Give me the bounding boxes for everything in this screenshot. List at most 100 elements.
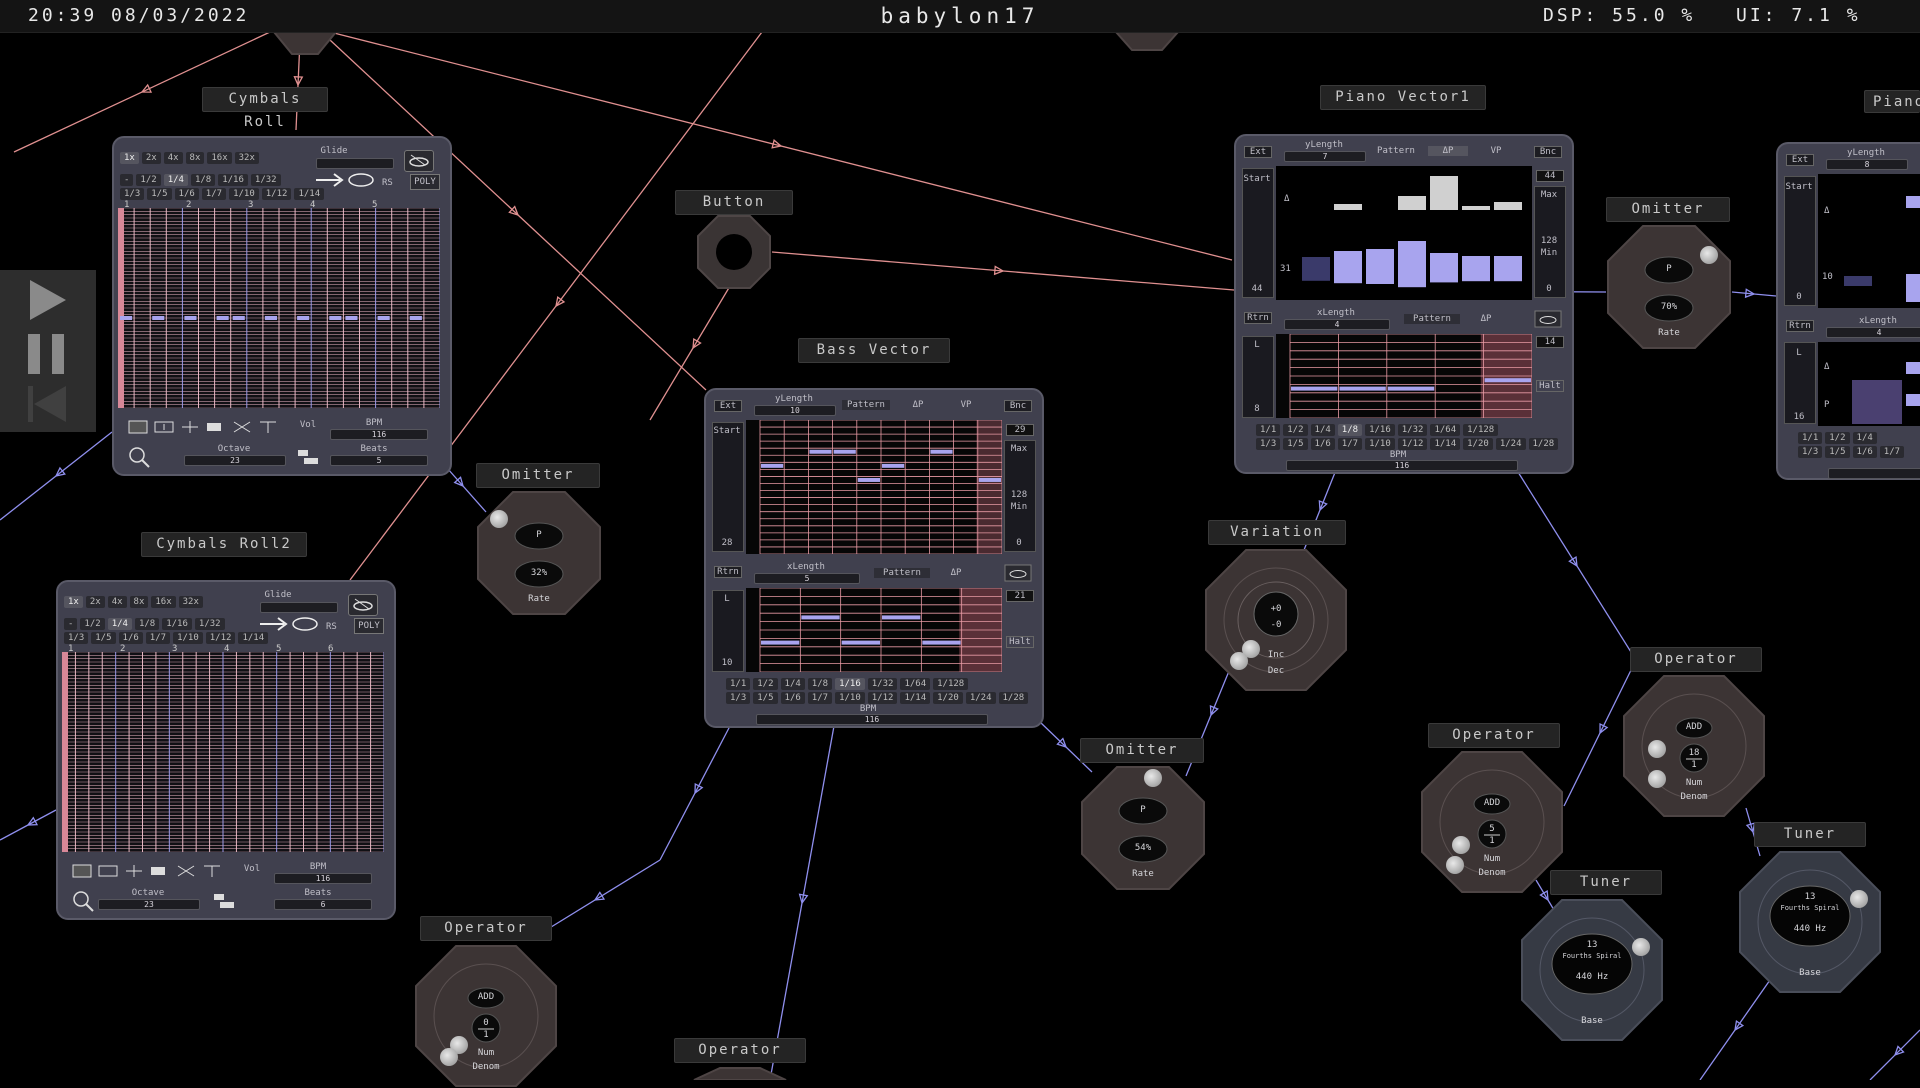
pattern2-button[interactable]: Pattern [874, 568, 930, 578]
select-tool-icon[interactable] [128, 420, 148, 434]
return-button[interactable]: Rtrn [1244, 312, 1272, 324]
note[interactable] [329, 316, 342, 320]
delta-p2-button[interactable]: ΔP [936, 568, 976, 578]
division-option[interactable]: 1/6 [1310, 438, 1335, 450]
note[interactable] [1339, 386, 1386, 391]
div-1-5[interactable]: 1/5 [91, 632, 116, 644]
division-option[interactable]: 1/10 [835, 692, 865, 704]
add-tool-icon[interactable] [154, 420, 174, 434]
x-pattern-grid[interactable] [746, 588, 1002, 672]
octave-field[interactable]: 23 [184, 455, 286, 466]
note[interactable] [1484, 378, 1531, 383]
div-1-6[interactable]: 1/6 [118, 632, 143, 644]
y-pattern-view[interactable] [1818, 174, 1920, 308]
div-1-6[interactable]: 1/6 [1852, 446, 1877, 458]
division-option[interactable]: 1/24 [965, 692, 996, 704]
tuner1-title[interactable]: Tuner [1550, 870, 1662, 895]
zoom-icon[interactable] [72, 890, 96, 912]
cymbals-roll-title[interactable]: Cymbals Roll [202, 87, 328, 130]
division-option[interactable]: 1/16 [1365, 424, 1395, 436]
note[interactable] [761, 463, 784, 468]
mult-2x[interactable]: 2x [85, 596, 105, 608]
x-pattern-grid[interactable] [1276, 334, 1532, 418]
input-port[interactable] [1144, 769, 1162, 787]
vector-bar[interactable] [1852, 380, 1902, 424]
play-icon[interactable] [26, 276, 70, 328]
denom-value[interactable]: 1 [1622, 760, 1766, 770]
note[interactable] [761, 640, 800, 645]
start-slider[interactable] [712, 422, 744, 552]
ext-button[interactable]: Ext [1244, 146, 1272, 158]
split-tool-icon[interactable] [202, 864, 222, 878]
dec-port[interactable] [1230, 652, 1248, 670]
delta-p-button[interactable]: ΔP [1428, 146, 1468, 156]
value-bar[interactable] [1334, 251, 1362, 284]
div-1-3[interactable]: 1/3 [1798, 446, 1823, 458]
step-grid[interactable] [118, 208, 440, 408]
note[interactable] [1387, 386, 1435, 391]
y-pattern-grid[interactable] [746, 420, 1002, 554]
div-1-12[interactable]: 1/12 [261, 188, 292, 200]
num-port[interactable] [1452, 836, 1470, 854]
div-1-2[interactable]: 1/2 [136, 174, 161, 186]
split-tool-icon[interactable] [258, 420, 278, 434]
rate-value[interactable]: 70% [1606, 302, 1732, 312]
piano-roll-icon[interactable] [212, 892, 236, 910]
vector-bars[interactable] [1302, 166, 1528, 300]
note[interactable] [882, 615, 921, 620]
dec-value[interactable]: -0 [1204, 620, 1348, 630]
delta-bar[interactable] [1462, 206, 1490, 210]
note[interactable] [377, 316, 390, 320]
division-option[interactable]: 1/8 [1337, 424, 1363, 436]
return-button[interactable]: Rtrn [1786, 320, 1814, 332]
note[interactable] [841, 640, 880, 645]
division-option[interactable]: 1/14 [900, 692, 931, 704]
delta-bar[interactable] [1430, 176, 1458, 210]
vector-bar[interactable] [1906, 196, 1920, 208]
tuner-hz[interactable]: 440 Hz [1738, 924, 1882, 934]
div-1-32[interactable]: 1/32 [250, 174, 281, 186]
div-1-16[interactable]: 1/16 [218, 174, 248, 186]
input-port[interactable] [1700, 246, 1718, 264]
vector-bar[interactable] [1844, 276, 1872, 286]
division-option[interactable]: 1/64 [900, 678, 931, 690]
button-node-title[interactable]: Button [675, 190, 793, 215]
mult-1x[interactable]: 1x [120, 152, 139, 164]
division-option[interactable]: 1/12 [1397, 438, 1428, 450]
division-option[interactable]: 1/6 [780, 692, 805, 704]
delta-p-button[interactable]: ΔP [898, 400, 938, 410]
division-option[interactable]: 1/2 [1283, 424, 1308, 436]
tuner-hz[interactable]: 440 Hz [1520, 972, 1664, 982]
div-1-8[interactable]: 1/8 [190, 174, 216, 186]
denom-value[interactable]: 1 [414, 1030, 558, 1040]
division-option[interactable]: 1/8 [807, 678, 833, 690]
division-option[interactable]: 1/28 [1528, 438, 1559, 450]
erase-tool-icon[interactable] [176, 864, 196, 878]
division-option[interactable]: 1/28 [998, 692, 1029, 704]
vector-bar[interactable] [1906, 362, 1920, 374]
inc-value[interactable]: +0 [1204, 604, 1348, 614]
div-none[interactable]: - [64, 618, 78, 630]
input-port[interactable] [490, 510, 508, 528]
vp-button[interactable]: VP [946, 400, 986, 410]
input-port[interactable] [1632, 938, 1650, 956]
mult-32x[interactable]: 32x [178, 596, 203, 608]
return-button[interactable]: Rtrn [714, 566, 742, 578]
rate-value[interactable]: 54% [1080, 843, 1206, 853]
operator2-title[interactable]: Operator [1428, 723, 1560, 748]
div-1-2[interactable]: 1/2 [1825, 432, 1850, 444]
value-bar[interactable] [1494, 256, 1522, 282]
value-bar[interactable] [1430, 253, 1458, 283]
drum-icon[interactable] [1004, 564, 1032, 582]
start-slider[interactable] [1242, 168, 1274, 298]
bpm-field[interactable]: 116 [1286, 460, 1518, 471]
note[interactable] [882, 463, 905, 468]
start-slider[interactable] [1784, 176, 1816, 306]
division-option[interactable]: 1/14 [1430, 438, 1461, 450]
div-1-7[interactable]: 1/7 [201, 188, 227, 200]
division-option[interactable]: 1/1 [726, 678, 751, 690]
halt-button[interactable]: Halt [1536, 380, 1564, 392]
halt-button[interactable]: Halt [1006, 636, 1034, 648]
note[interactable] [264, 316, 277, 320]
div-1-5[interactable]: 1/5 [1825, 446, 1850, 458]
